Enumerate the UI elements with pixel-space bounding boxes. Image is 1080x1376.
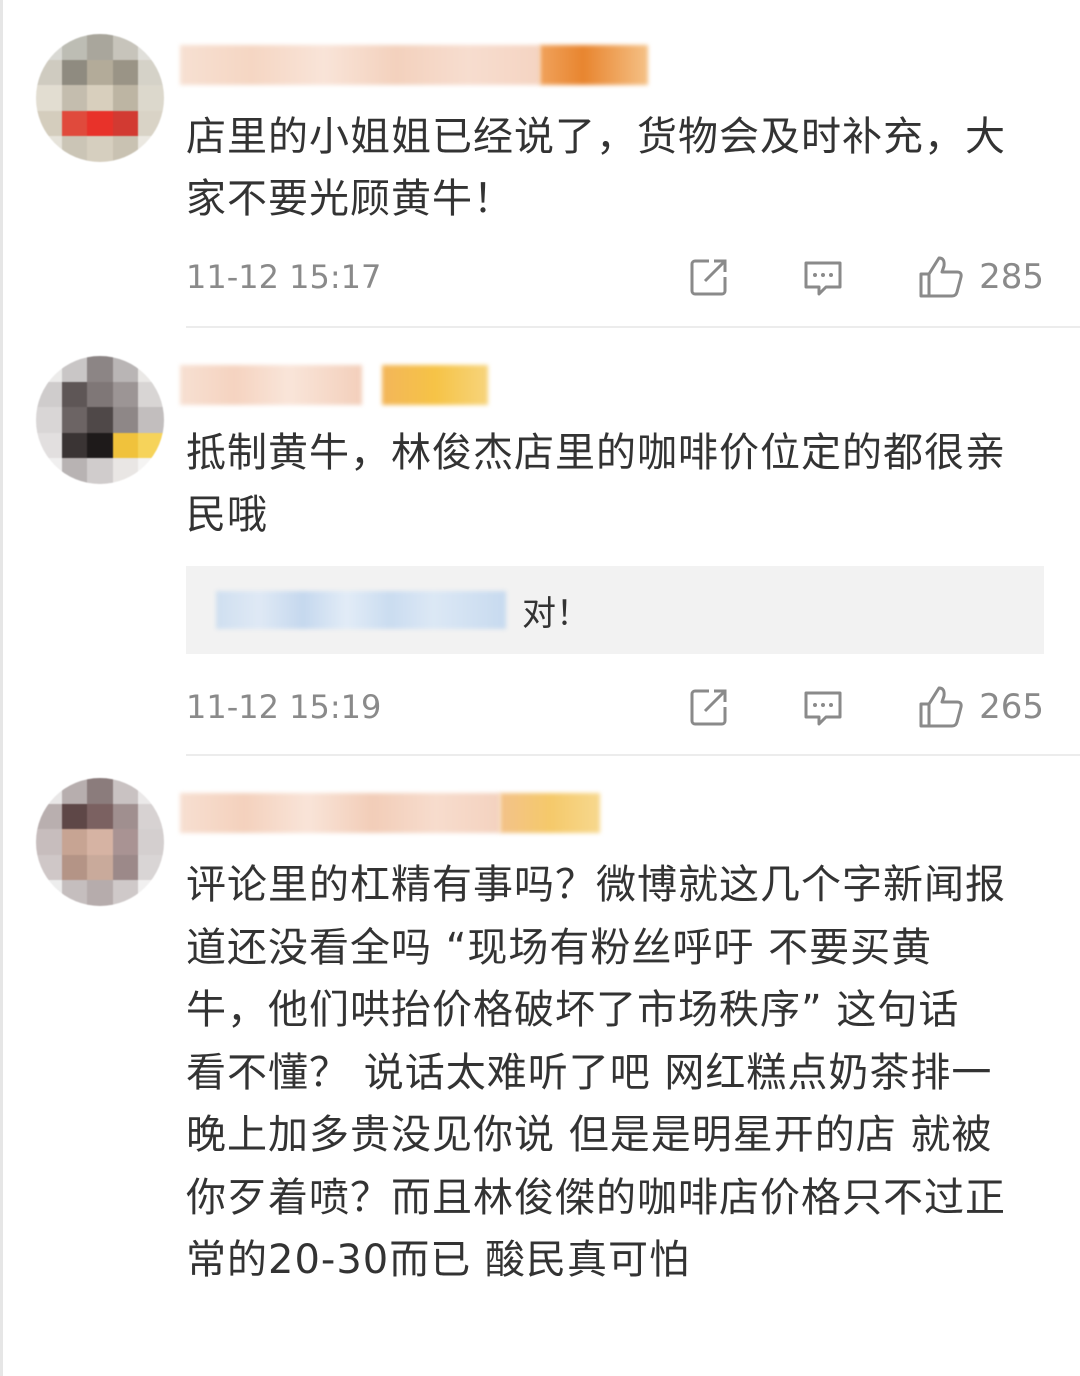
comment-icon[interactable] <box>801 255 845 299</box>
like-button[interactable]: 265 <box>917 684 1044 730</box>
comment-meta: 11-12 15:17 285 <box>186 252 1044 302</box>
comment-item: 评论里的杠精有事吗？微博就这几个字新闻报道还没看全吗 “现场有粉丝呼吁 不要买黄… <box>0 756 1080 1376</box>
comment-actions: 285 <box>687 254 1044 300</box>
comment-text: 评论里的杠精有事吗？微博就这几个字新闻报道还没看全吗 “现场有粉丝呼吁 不要买黄… <box>186 862 1006 1283</box>
share-icon[interactable] <box>687 255 731 299</box>
comment-actions: 265 <box>687 684 1044 730</box>
comment-time: 11-12 15:17 <box>186 258 382 296</box>
comment-text: 抵制黄牛，林俊杰店里的咖啡价位定的都很亲民哦 <box>186 430 1006 538</box>
username-blurred[interactable] <box>180 38 648 92</box>
username-blurred[interactable] <box>180 358 488 412</box>
comment-text: 店里的小姐姐已经说了，货物会及时补充，大家不要光顾黄牛！ <box>186 114 1006 222</box>
comment-meta: 11-12 15:19 265 <box>186 682 1044 732</box>
username-blurred[interactable] <box>180 786 600 840</box>
share-icon[interactable] <box>687 685 731 729</box>
comment-item: 抵制黄牛，林俊杰店里的咖啡价位定的都很亲民哦 对！ 11-12 15:19 26… <box>0 330 1080 756</box>
comment-time: 11-12 15:19 <box>186 688 382 726</box>
comment-icon[interactable] <box>801 685 845 729</box>
reply-text: 对！ <box>522 593 590 634</box>
divider <box>186 326 1080 328</box>
avatar[interactable] <box>36 356 164 484</box>
thumbs-up-icon <box>917 684 965 730</box>
like-count: 265 <box>979 687 1044 727</box>
comment-item: 店里的小姐姐已经说了，货物会及时补充，大家不要光顾黄牛！ 11-12 15:17… <box>0 0 1080 330</box>
like-count: 285 <box>979 257 1044 297</box>
reply-username-blurred[interactable] <box>216 591 506 629</box>
avatar[interactable] <box>36 778 164 906</box>
reply-box[interactable]: 对！ <box>186 566 1044 654</box>
thumbs-up-icon <box>917 254 965 300</box>
avatar[interactable] <box>36 34 164 162</box>
like-button[interactable]: 285 <box>917 254 1044 300</box>
